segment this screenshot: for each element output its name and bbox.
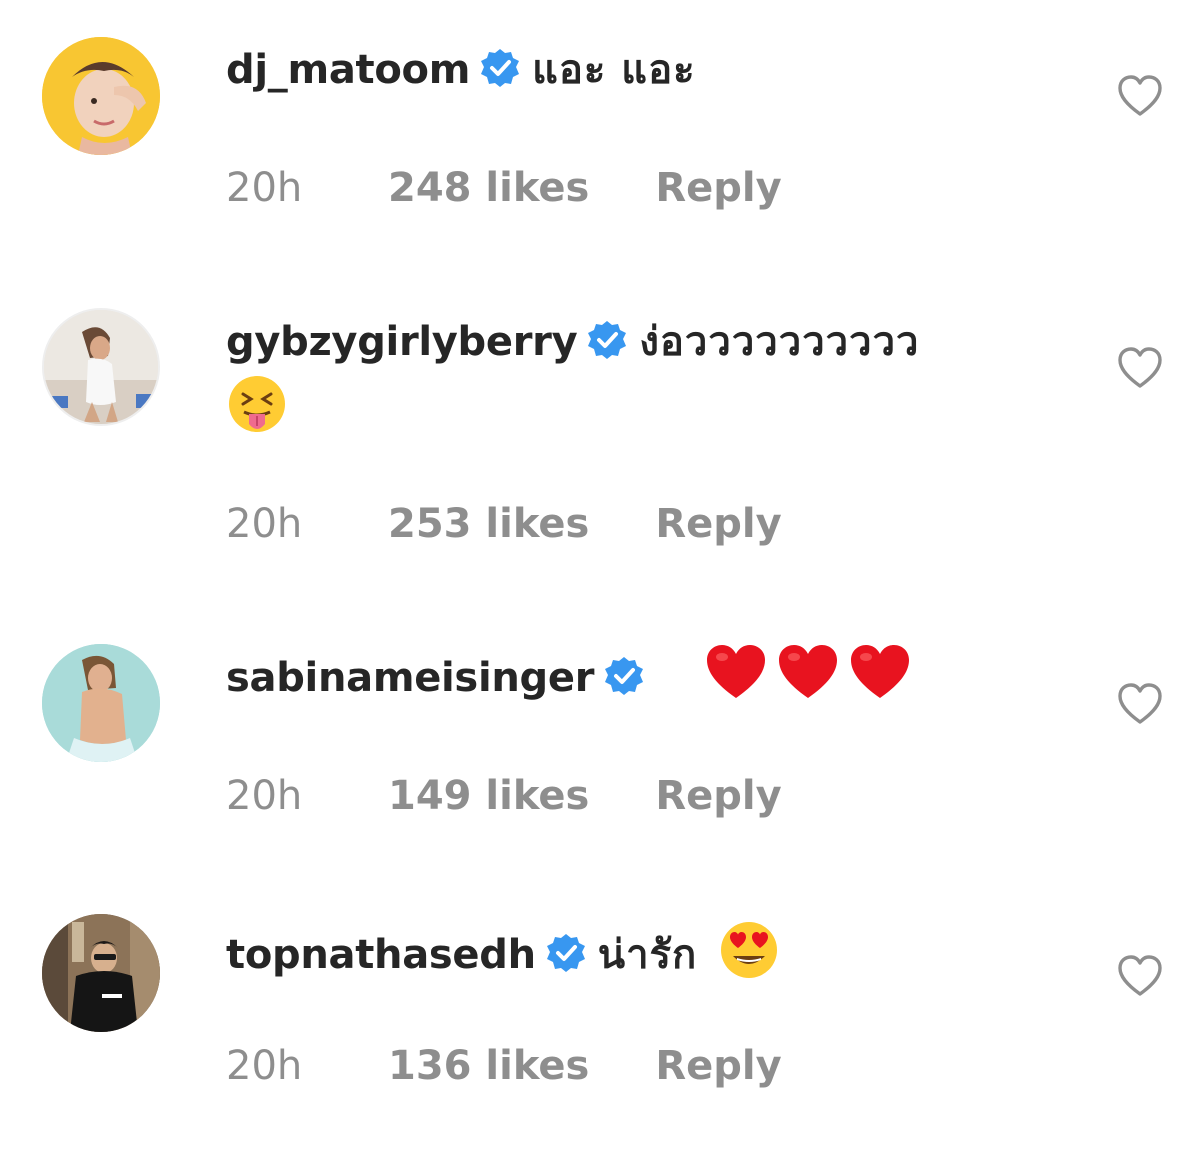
- comment-meta: 20h 253 likes Reply: [226, 496, 782, 552]
- comment-item: gybzygirlyberry ง่อวววววววววว 20h 253 like…: [0, 270, 1200, 600]
- red-heart-icon: [707, 645, 765, 698]
- comment-likes-count[interactable]: 136 likes: [388, 1038, 589, 1094]
- comment-body: topnathasedh น่ารัก: [226, 920, 1046, 983]
- verified-badge-icon: [605, 657, 644, 695]
- comment-username[interactable]: dj_matoom: [226, 47, 470, 93]
- comment-text: ง่อวววววววววว: [639, 319, 920, 365]
- comment-likes-count[interactable]: 253 likes: [388, 496, 589, 552]
- like-heart-icon[interactable]: [1116, 74, 1164, 118]
- like-heart-icon[interactable]: [1116, 954, 1164, 998]
- comment-meta: 20h 248 likes Reply: [226, 160, 782, 216]
- comment-timestamp[interactable]: 20h: [226, 1038, 388, 1094]
- comment-emoji-line: [226, 374, 300, 436]
- comment-item: topnathasedh น่ารัก 20h 136 likes Reply: [0, 880, 1200, 1158]
- avatar[interactable]: [42, 37, 160, 155]
- reply-button[interactable]: Reply: [655, 1038, 781, 1094]
- like-heart-icon[interactable]: [1116, 346, 1164, 390]
- comment-username[interactable]: gybzygirlyberry: [226, 319, 578, 365]
- comment-body: gybzygirlyberry ง่อวววววววววว: [226, 314, 1046, 370]
- comment-text: แอะ แอะ: [532, 47, 696, 93]
- squinting-face-with-tongue-icon: [229, 376, 285, 432]
- reply-button[interactable]: Reply: [655, 768, 781, 824]
- like-heart-icon[interactable]: [1116, 682, 1164, 726]
- comment-timestamp[interactable]: 20h: [226, 160, 388, 216]
- comment-likes-count[interactable]: 149 likes: [388, 768, 589, 824]
- red-heart-icon: [851, 645, 909, 698]
- comment-meta: 20h 149 likes Reply: [226, 768, 782, 824]
- comment-text: น่ารัก: [597, 932, 698, 978]
- reply-button[interactable]: Reply: [655, 496, 781, 552]
- verified-badge-icon: [546, 934, 585, 972]
- verified-badge-icon: [588, 321, 627, 359]
- red-heart-icon: [779, 645, 837, 698]
- comment-meta: 20h 136 likes Reply: [226, 1038, 782, 1094]
- comment-username[interactable]: topnathasedh: [226, 932, 536, 978]
- comment-emoji-group: [704, 642, 924, 702]
- comment-likes-count[interactable]: 248 likes: [388, 160, 589, 216]
- comment-username[interactable]: sabinameisinger: [226, 655, 594, 701]
- comment-timestamp[interactable]: 20h: [226, 496, 388, 552]
- smiling-face-with-heart-eyes-icon: [721, 922, 778, 978]
- avatar[interactable]: [42, 914, 160, 1032]
- verified-badge-icon: [481, 49, 520, 87]
- comment-item: dj_matoom แอะ แอะ 20h 248 likes Reply: [0, 0, 1200, 270]
- comment-item: sabinameisinger 20h 149 likes Reply: [0, 600, 1200, 880]
- avatar[interactable]: [42, 644, 160, 762]
- avatar[interactable]: [42, 308, 160, 426]
- reply-button[interactable]: Reply: [655, 160, 781, 216]
- comment-timestamp[interactable]: 20h: [226, 768, 388, 824]
- comment-body: dj_matoom แอะ แอะ: [226, 42, 1046, 98]
